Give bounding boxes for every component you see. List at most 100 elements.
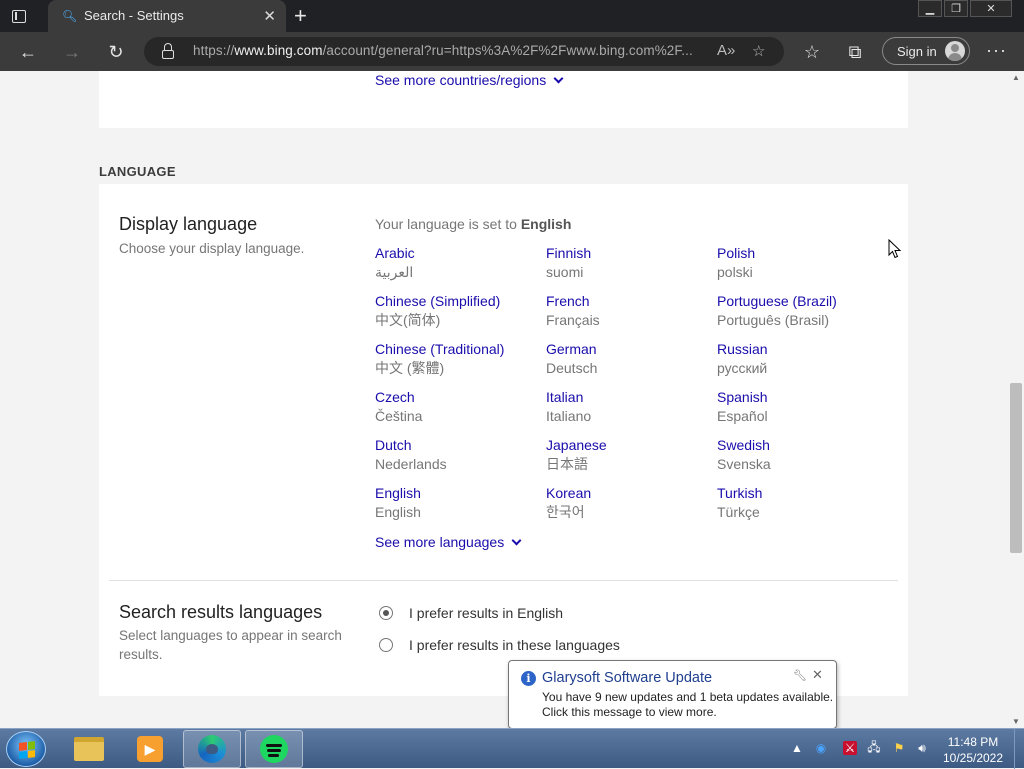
language-option[interactable]: Portuguese (Brazil) Português (Brasil) [717, 292, 888, 340]
language-option[interactable]: Chinese (Traditional) 中文 (繁體) [375, 340, 546, 388]
display-language-description: Choose your display language. [119, 241, 305, 256]
new-tab-icon[interactable]: + [294, 3, 307, 29]
scroll-up-icon[interactable]: ▲ [1012, 73, 1020, 82]
taskbar-clock[interactable]: 11:48 PM 10/25/2022 [938, 734, 1008, 766]
language-name-link[interactable]: Swedish [717, 436, 888, 455]
language-option[interactable]: Polish polski [717, 244, 888, 292]
radio-button[interactable] [379, 638, 393, 652]
language-option[interactable]: German Deutsch [546, 340, 717, 388]
language-name-link[interactable]: Arabic [375, 244, 546, 263]
language-option[interactable]: Swedish Svenska [717, 436, 888, 484]
language-list: Arabic العربية Finnish suomi Polish polski Chi… [375, 244, 895, 532]
language-name-link[interactable]: Dutch [375, 436, 546, 455]
settings-wrench-icon[interactable]: 🔧︎ [793, 669, 807, 682]
language-native-name: Italiano [546, 408, 592, 424]
language-option[interactable]: Dutch Nederlands [375, 436, 546, 484]
tab-actions-icon[interactable] [10, 7, 28, 25]
language-option[interactable]: Turkish Türkçe [717, 484, 888, 532]
show-desktop-button[interactable] [1014, 729, 1024, 769]
taskbar-file-explorer[interactable] [60, 730, 118, 768]
language-name-link[interactable]: German [546, 340, 717, 359]
media-player-icon: ▶ [137, 736, 163, 762]
mouse-cursor-icon [888, 239, 902, 259]
language-name-link[interactable]: Polish [717, 244, 888, 263]
collections-icon[interactable]: ⧉ [842, 39, 868, 65]
browser-tab-bar: 🔍︎ Search - Settings ✕ + ▁ ❐ ✕ [0, 0, 1024, 32]
notification-message: You have 9 new updates and 1 beta update… [542, 690, 834, 719]
language-option[interactable]: Spanish Español [717, 388, 888, 436]
display-language-title: Display language [119, 214, 258, 234]
scrollbar-thumb[interactable] [1010, 383, 1022, 553]
taskbar-edge[interactable] [183, 730, 241, 768]
tab-title: Search - Settings [84, 8, 184, 23]
start-button[interactable] [6, 731, 46, 767]
show-hidden-icons-icon[interactable]: ▲ [790, 741, 804, 755]
address-bar[interactable]: https://www.bing.com/account/general?ru=… [144, 37, 784, 66]
close-window-button[interactable]: ✕ [970, 0, 1012, 17]
language-option[interactable]: Czech Čeština [375, 388, 546, 436]
language-name-link[interactable]: Italian [546, 388, 717, 407]
language-name-link[interactable]: Japanese [546, 436, 717, 455]
windows-logo-icon [19, 741, 35, 759]
language-name-link[interactable]: Portuguese (Brazil) [717, 292, 888, 311]
volume-icon[interactable]: 🔊︎ [915, 741, 929, 755]
network-tray-icon[interactable]: 🖧︎ [867, 740, 881, 755]
lock-icon[interactable] [162, 43, 174, 59]
minimize-button[interactable]: ▁ [918, 0, 942, 17]
forward-icon[interactable]: → [59, 39, 85, 65]
divider [109, 580, 898, 581]
close-icon[interactable]: ✕ [812, 667, 823, 683]
scroll-down-icon[interactable]: ▼ [1012, 717, 1020, 726]
back-icon[interactable]: ← [15, 39, 41, 65]
more-options-icon[interactable]: ··· [986, 40, 1007, 61]
folder-icon [74, 737, 104, 761]
taskbar-media-player[interactable]: ▶ [121, 730, 179, 768]
page-scrollbar[interactable]: ▲ ▼ [1008, 71, 1024, 728]
language-option[interactable]: Korean 한국어 [546, 484, 717, 532]
glarysoft-tray-icon[interactable]: ◉ [814, 741, 828, 755]
language-native-name: Deutsch [546, 360, 598, 376]
language-native-name: العربية [375, 264, 414, 280]
language-option[interactable]: Italian Italiano [546, 388, 717, 436]
close-tab-icon[interactable]: ✕ [263, 7, 276, 25]
language-option[interactable]: Arabic العربية [375, 244, 546, 292]
edge-icon [198, 735, 226, 763]
antivirus-tray-icon[interactable]: ⚔ [843, 741, 857, 755]
language-name-link[interactable]: Finnish [546, 244, 717, 263]
restore-button[interactable]: ❐ [944, 0, 968, 17]
url-text: https://www.bing.com/account/general?ru=… [193, 43, 693, 58]
language-name-link[interactable]: Chinese (Simplified) [375, 292, 546, 311]
language-native-name: Nederlands [375, 456, 447, 472]
language-option[interactable]: English English [375, 484, 546, 532]
language-name-link[interactable]: Turkish [717, 484, 888, 503]
language-name-link[interactable]: Korean [546, 484, 717, 503]
favorites-icon[interactable]: ☆ [799, 39, 825, 65]
language-option[interactable]: Russian русский [717, 340, 888, 388]
glarysoft-update-notification[interactable]: i Glarysoft Software Update You have 9 n… [508, 660, 837, 738]
language-name-link[interactable]: Chinese (Traditional) [375, 340, 546, 359]
read-aloud-icon[interactable]: A» [717, 42, 735, 59]
language-name-link[interactable]: French [546, 292, 717, 311]
search-results-languages-description: Select languages to appear in search res… [119, 628, 342, 662]
language-option[interactable]: Japanese 日本語 [546, 436, 717, 484]
language-name-link[interactable]: Czech [375, 388, 546, 407]
radio-button-selected[interactable] [379, 606, 393, 620]
language-name-link[interactable]: Russian [717, 340, 888, 359]
language-option[interactable]: Chinese (Simplified) 中文(简体) [375, 292, 546, 340]
refresh-icon[interactable]: ↻ [103, 39, 129, 65]
taskbar-spotify[interactable] [245, 730, 303, 768]
language-name-link[interactable]: Spanish [717, 388, 888, 407]
see-more-countries-link[interactable]: See more countries/regions [375, 72, 564, 88]
language-section-heading: LANGUAGE [99, 164, 176, 179]
current-language: Your language is set to English [375, 216, 572, 232]
tab-search-settings[interactable]: 🔍︎ Search - Settings ✕ [48, 0, 286, 32]
language-native-name: Svenska [717, 456, 771, 472]
action-center-flag-icon[interactable]: ⚑ [892, 741, 906, 755]
language-name-link[interactable]: English [375, 484, 546, 503]
language-option[interactable]: Finnish suomi [546, 244, 717, 292]
sign-in-button[interactable]: Sign in [882, 37, 970, 65]
language-option[interactable]: French Français [546, 292, 717, 340]
see-more-languages-link[interactable]: See more languages [375, 534, 522, 550]
add-favorite-icon[interactable]: ☆ [752, 42, 765, 60]
search-icon: 🔍︎ [62, 9, 78, 23]
